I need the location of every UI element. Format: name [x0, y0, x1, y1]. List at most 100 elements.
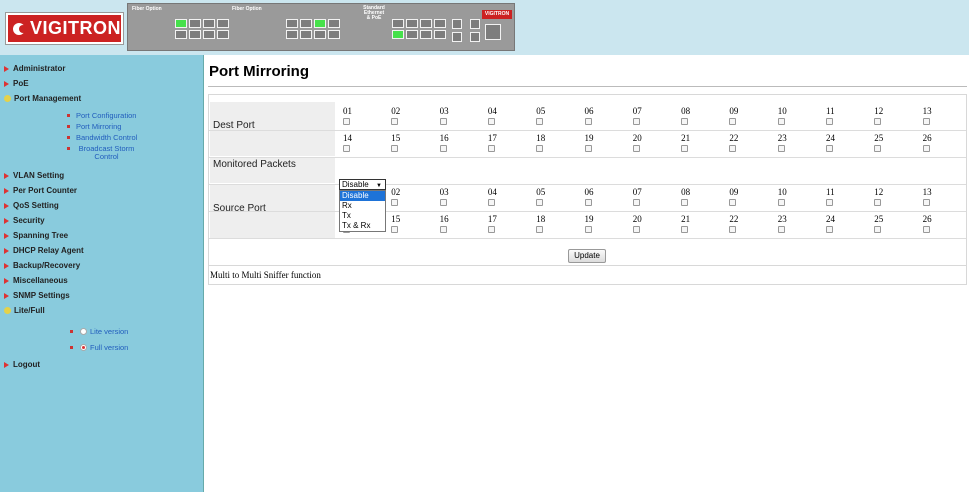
sidebar-item-poe[interactable]: PoE [4, 79, 29, 88]
port-cell: 23 [777, 133, 821, 152]
port-checkbox[interactable] [826, 118, 833, 125]
port-checkbox[interactable] [584, 199, 592, 206]
sidebar-item-security[interactable]: Security [4, 216, 45, 225]
option-rx[interactable]: Rx [340, 201, 385, 211]
port-checkbox[interactable] [826, 199, 833, 206]
port-checkbox[interactable] [777, 199, 785, 206]
port-checkbox[interactable] [632, 226, 640, 233]
port-checkbox[interactable] [391, 145, 399, 152]
sidebar-item-logout[interactable]: Logout [4, 360, 40, 369]
port-checkbox[interactable] [681, 199, 689, 206]
port-checkbox[interactable] [439, 145, 447, 152]
sidebar-item-qos-setting[interactable]: QoS Setting [4, 201, 59, 210]
port-checkbox[interactable] [729, 145, 737, 152]
port [392, 19, 404, 28]
port [189, 19, 201, 28]
option-tx-rx[interactable]: Tx & Rx [340, 221, 385, 231]
port-checkbox[interactable] [681, 226, 689, 233]
port-checkbox[interactable] [584, 226, 592, 233]
port-checkbox[interactable] [729, 226, 737, 233]
sidebar-sub-bandwidth-control[interactable]: Bandwidth Control [67, 134, 137, 142]
port-checkbox[interactable] [632, 145, 640, 152]
port-cell: 24 [826, 133, 869, 152]
port [217, 19, 229, 28]
port-checkbox[interactable] [874, 118, 882, 125]
port-number: 18 [536, 133, 546, 143]
sidebar-sub-port-mirroring[interactable]: Port Mirroring [67, 123, 121, 131]
sidebar-sub-port-configuration[interactable]: Port Configuration [67, 112, 136, 120]
port-checkbox[interactable] [632, 199, 640, 206]
full-version-option[interactable]: Full version [70, 343, 128, 352]
radio-full-version[interactable] [80, 344, 87, 351]
sidebar-item-miscellaneous[interactable]: Miscellaneous [4, 276, 68, 285]
port-cell: 08 [681, 187, 724, 206]
radio-lite-version[interactable] [80, 328, 87, 335]
port-checkbox[interactable] [391, 226, 399, 233]
port-checkbox[interactable] [584, 145, 592, 152]
port-checkbox[interactable] [681, 118, 689, 125]
console-port [485, 24, 501, 40]
port-checkbox[interactable] [391, 199, 399, 206]
ethernet-port-group [392, 19, 446, 39]
port-checkbox[interactable] [922, 199, 930, 206]
port-cell: 22 [729, 214, 772, 233]
sidebar-sub-broadcast-storm-control[interactable]: Broadcast Storm Control [67, 145, 137, 161]
port-checkbox[interactable] [439, 226, 447, 233]
sidebar-item-port-management[interactable]: Port Management [4, 94, 81, 103]
port-checkbox[interactable] [536, 145, 544, 152]
port-checkbox[interactable] [487, 145, 495, 152]
standard-ethernet-label: Standard Ethernet & PoE [363, 5, 385, 21]
lite-version-option[interactable]: Lite version [70, 327, 128, 336]
sidebar-item-vlan-setting[interactable]: VLAN Setting [4, 171, 64, 180]
port-checkbox[interactable] [439, 118, 447, 125]
sidebar-item-spanning-tree[interactable]: Spanning Tree [4, 231, 68, 240]
sidebar-item-snmp-settings[interactable]: SNMP Settings [4, 291, 70, 300]
port-checkbox[interactable] [922, 118, 930, 125]
port [406, 19, 418, 28]
port-number: 17 [487, 214, 497, 224]
port-checkbox[interactable] [632, 118, 640, 125]
sidebar-item-dhcp-relay-agent[interactable]: DHCP Relay Agent [4, 246, 84, 255]
sidebar-item-per-port-counter[interactable]: Per Port Counter [4, 186, 77, 195]
port-checkbox[interactable] [487, 199, 495, 206]
port-checkbox[interactable] [536, 118, 544, 125]
option-disable[interactable]: Disable [340, 191, 385, 201]
port-checkbox[interactable] [343, 118, 350, 125]
option-tx[interactable]: Tx [340, 211, 385, 221]
port-checkbox[interactable] [777, 145, 785, 152]
port-checkbox[interactable] [777, 118, 785, 125]
port-checkbox[interactable] [391, 118, 399, 125]
port-cell: 16 [439, 214, 483, 233]
port-checkbox[interactable] [874, 199, 882, 206]
port-checkbox[interactable] [777, 226, 785, 233]
sidebar-item-backup-recovery[interactable]: Backup/Recovery [4, 261, 80, 270]
port-checkbox[interactable] [874, 145, 882, 152]
port-checkbox[interactable] [874, 226, 882, 233]
port-checkbox[interactable] [922, 145, 930, 152]
sidebar-item-lite-full[interactable]: Lite/Full [4, 306, 45, 315]
port-checkbox[interactable] [343, 145, 350, 152]
port-checkbox[interactable] [681, 145, 689, 152]
arrow-right-icon [4, 361, 9, 368]
sidebar-item-administrator[interactable]: Administrator [4, 64, 65, 73]
port-cell: 04 [487, 187, 531, 206]
port-checkbox[interactable] [536, 199, 544, 206]
monitored-packets-select[interactable]: Disable ▼ [339, 179, 386, 190]
port-checkbox[interactable] [922, 226, 930, 233]
port-checkbox[interactable] [584, 118, 592, 125]
port-checkbox[interactable] [826, 226, 833, 233]
bullet-icon [70, 330, 73, 333]
port-number: 05 [536, 187, 546, 197]
port-checkbox[interactable] [729, 118, 737, 125]
port-cell: 10 [777, 187, 821, 206]
port-checkbox[interactable] [487, 118, 495, 125]
port-cell: 03 [439, 187, 483, 206]
port-checkbox[interactable] [536, 226, 544, 233]
port-number: 09 [729, 187, 739, 197]
update-button[interactable]: Update [568, 249, 606, 263]
fiber-option-label-2: Fiber Option [232, 6, 262, 12]
port-checkbox[interactable] [439, 199, 447, 206]
port-checkbox[interactable] [487, 226, 495, 233]
port-checkbox[interactable] [826, 145, 833, 152]
port-checkbox[interactable] [729, 199, 737, 206]
